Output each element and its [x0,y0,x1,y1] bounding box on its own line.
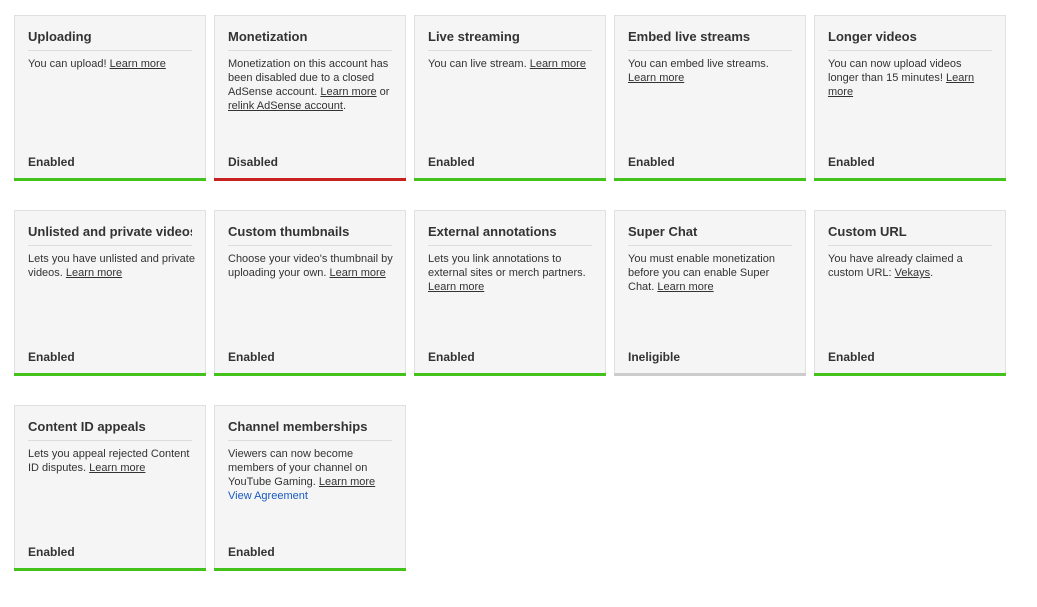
description-text: or [376,86,390,98]
description-text: You can live stream. [428,58,530,70]
feature-description: You can embed live streams. Learn more [628,57,795,85]
learn-more-link[interactable]: Learn more [657,281,713,293]
status-label: Disabled [228,155,279,169]
status-label: Ineligible [628,350,681,364]
feature-card-external-annotations: External annotations Lets you link annota… [414,210,606,376]
feature-card-embed-live-streams: Embed live streams You can embed live str… [614,15,806,181]
relink-adsense-account-link[interactable]: relink AdSense account [228,100,343,112]
feature-title: Super Chat [628,224,792,246]
feature-description: Viewers can now become members of your c… [228,447,395,503]
status-bar [814,373,1006,376]
feature-card-live-streaming: Live streaming You can live stream. Learn… [414,15,606,181]
feature-description: You can upload! Learn more [28,57,195,71]
learn-more-link[interactable]: Learn more [530,58,586,70]
status-bar [614,178,806,181]
description-text: . [342,100,347,112]
description-text: Lets you link annotations to external si… [428,253,586,279]
feature-title: Embed live streams [628,29,792,51]
status-bar [614,373,806,376]
feature-description: You have already claimed a custom URL: V… [828,252,995,280]
status-bar [214,568,406,571]
feature-description: You can live stream. Learn more [428,57,595,71]
status-bar [14,373,206,376]
description-text: . [930,267,934,279]
feature-description: Choose your video's thumbnail by uploadi… [228,252,395,280]
learn-more-link[interactable]: Learn more [89,462,145,474]
feature-card-content-id-appeals: Content ID appeals Lets you appeal reject… [14,405,206,571]
status-label: Enabled [228,350,275,364]
feature-card-longer-videos: Longer videos You can now upload videos l… [814,15,1006,181]
status-label: Enabled [28,545,75,559]
feature-title: Monetization [228,29,392,51]
feature-card-custom-url: Custom URL You have already claimed a cus… [814,210,1006,376]
learn-more-link[interactable]: Learn more [66,267,122,279]
description-text: You can upload! [28,58,110,70]
learn-more-link[interactable]: Learn more [110,58,166,70]
status-label: Enabled [428,350,475,364]
learn-more-link[interactable]: Learn more [330,267,386,279]
feature-title: Live streaming [428,29,592,51]
description-text: You can now upload videos longer than 15… [828,58,962,84]
status-bar [414,178,606,181]
status-label: Enabled [628,155,675,169]
feature-card-monetization: Monetization Monetization on this account… [214,15,406,181]
feature-description: You must enable monetization before you … [628,252,795,294]
status-label: Enabled [428,155,475,169]
feature-title: Unlisted and private videos [28,224,192,246]
learn-more-link[interactable]: Learn more [628,72,684,84]
learn-more-link[interactable]: Learn more [319,476,375,488]
feature-description: Lets you have unlisted and private video… [28,252,195,280]
status-label: Enabled [28,155,75,169]
feature-title: Longer videos [828,29,992,51]
vekays-link[interactable]: Vekays [895,267,930,279]
status-label: Enabled [28,350,75,364]
feature-title: Custom URL [828,224,992,246]
status-bar [214,178,406,181]
feature-title: Uploading [28,29,192,51]
feature-description: You can now upload videos longer than 15… [828,57,995,99]
feature-card-uploading: Uploading You can upload! Learn more Enabl… [14,15,206,181]
learn-more-link[interactable]: Learn more [320,86,376,98]
view-agreement-link[interactable]: View Agreement [228,490,308,502]
feature-description: Monetization on this account has been di… [228,57,395,113]
status-label: Enabled [228,545,275,559]
feature-description: Lets you appeal rejected Content ID disp… [28,447,195,475]
feature-title: Custom thumbnails [228,224,392,246]
feature-card-channel-memberships: Channel memberships Viewers can now becom… [214,405,406,571]
status-bar [14,178,206,181]
status-bar [414,373,606,376]
feature-description: Lets you link annotations to external si… [428,252,595,294]
features-grid: Uploading You can upload! Learn more Enabl… [14,15,1006,571]
feature-title: External annotations [428,224,592,246]
feature-card-super-chat: Super Chat You must enable monetization b… [614,210,806,376]
status-bar [14,568,206,571]
description-text: You can embed live streams. [628,58,769,70]
feature-title: Content ID appeals [28,419,192,441]
status-bar [214,373,406,376]
status-label: Enabled [828,350,875,364]
status-label: Enabled [828,155,875,169]
status-bar [814,178,1006,181]
feature-card-unlisted-and-private-videos: Unlisted and private videos Lets you have… [14,210,206,376]
feature-title: Channel memberships [228,419,392,441]
feature-card-custom-thumbnails: Custom thumbnails Choose your video's thu… [214,210,406,376]
learn-more-link[interactable]: Learn more [428,281,484,293]
